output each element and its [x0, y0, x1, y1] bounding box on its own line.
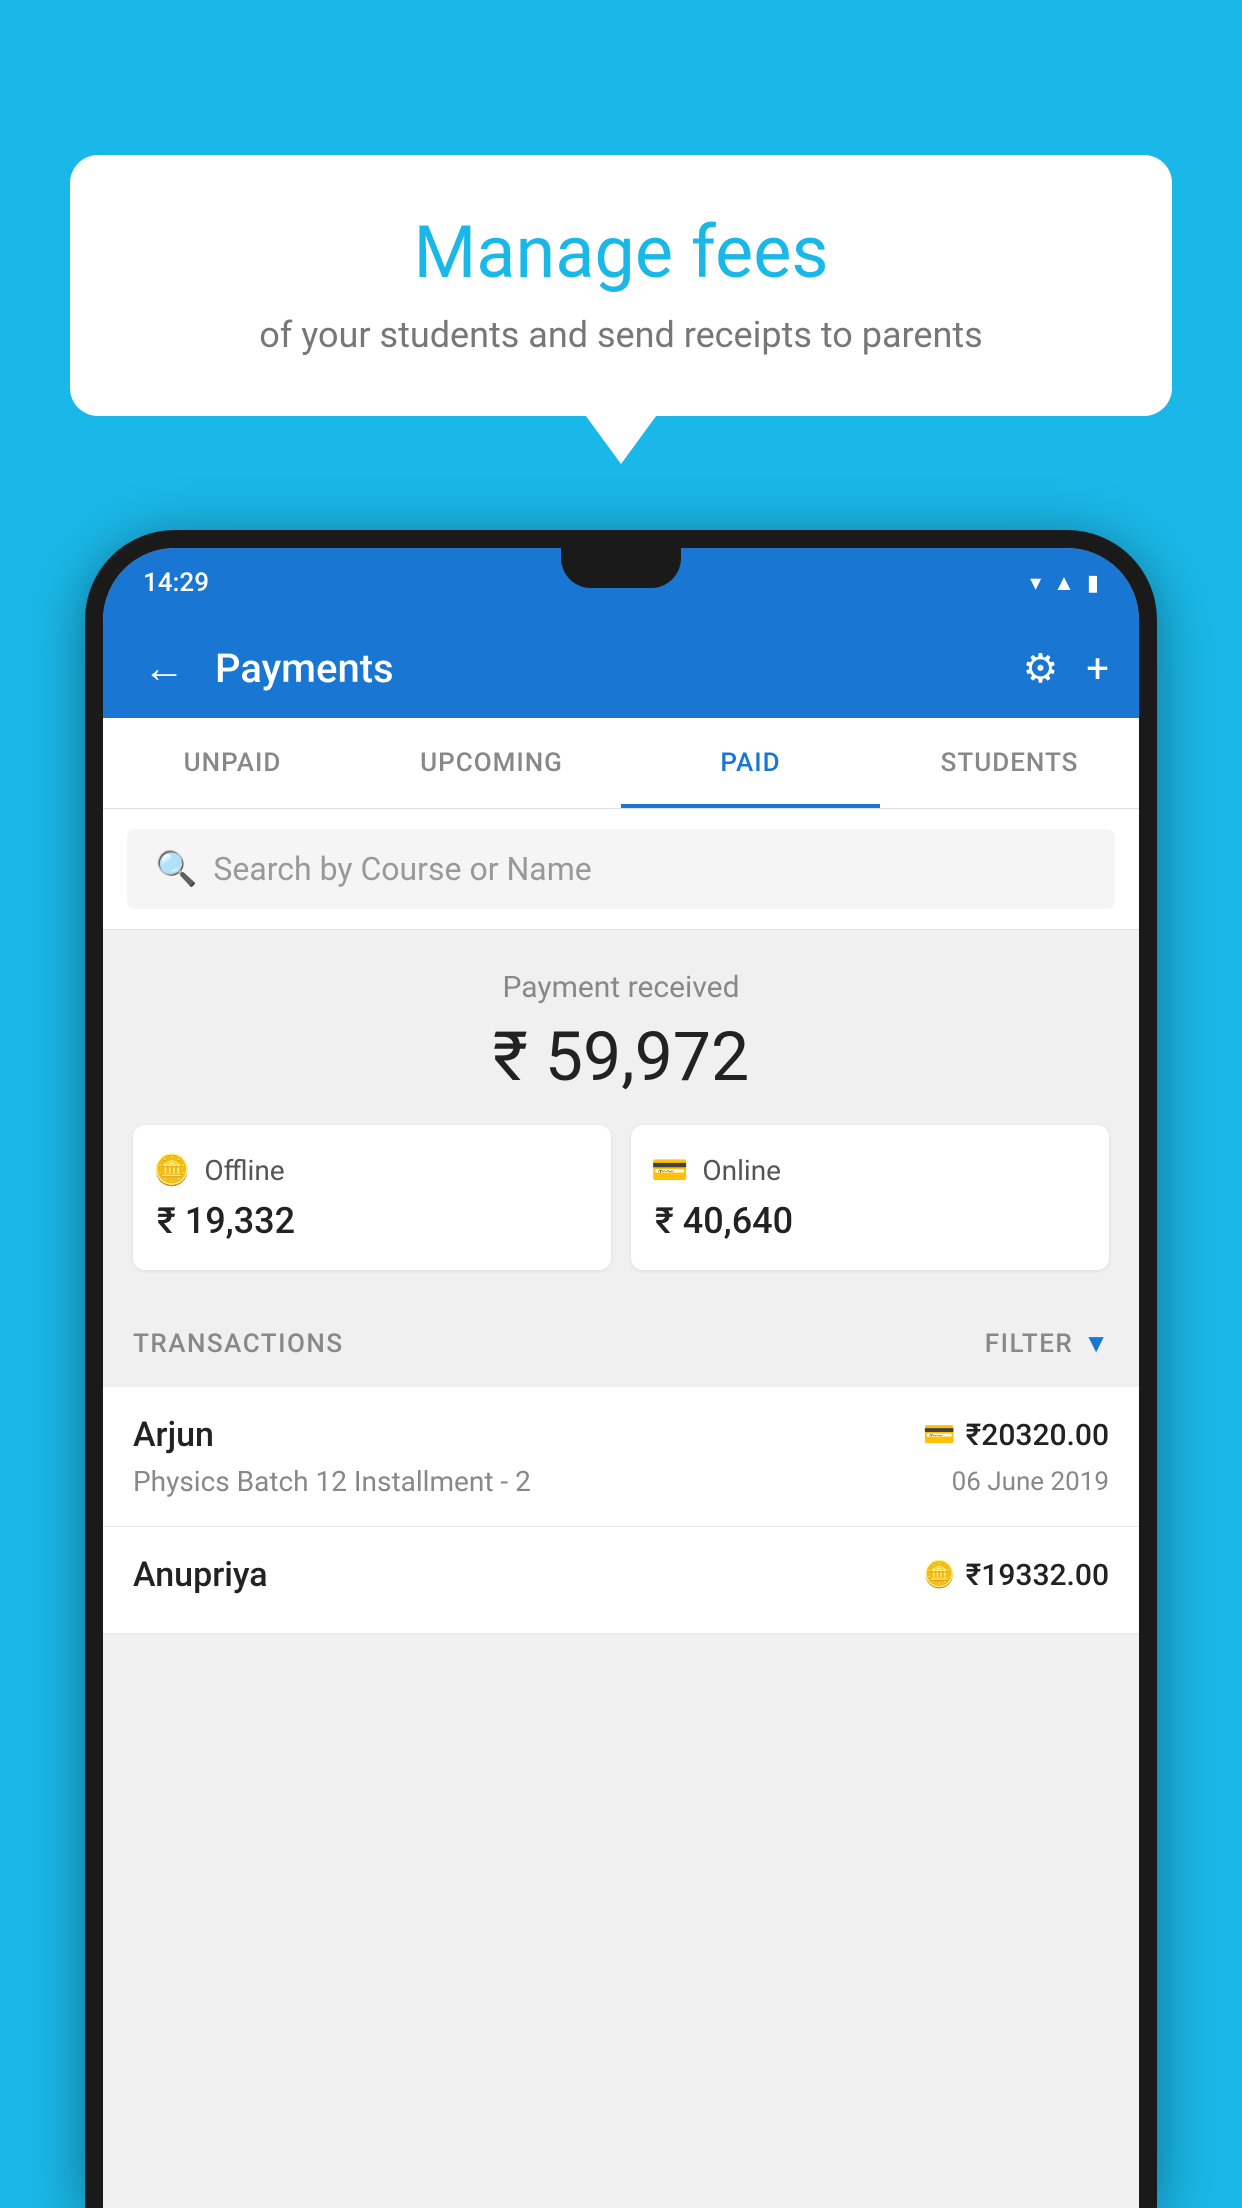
transaction-list: Arjun 💳 ₹20320.00 Physics Batch 12 Insta…: [103, 1387, 1139, 1634]
transaction-amount: ₹19332.00: [966, 1558, 1109, 1593]
app-bar: ← Payments ⚙ +: [103, 618, 1139, 718]
app-bar-actions: ⚙ +: [1022, 645, 1109, 692]
status-bar: 14:29 ▾ ▲ ▮: [103, 548, 1139, 618]
transaction-amount: ₹20320.00: [966, 1418, 1109, 1453]
notch: [561, 548, 681, 588]
tab-upcoming[interactable]: UPCOMING: [362, 718, 621, 808]
search-container: 🔍 Search by Course or Name: [103, 809, 1139, 930]
payment-received-label: Payment received: [133, 970, 1109, 1005]
bubble-subtitle: of your students and send receipts to pa…: [130, 314, 1112, 356]
table-row[interactable]: Arjun 💳 ₹20320.00 Physics Batch 12 Insta…: [103, 1387, 1139, 1527]
tab-paid[interactable]: PAID: [621, 718, 880, 808]
search-input[interactable]: Search by Course or Name: [213, 850, 591, 888]
search-bar[interactable]: 🔍 Search by Course or Name: [127, 829, 1115, 909]
payment-total-amount: ₹ 59,972: [133, 1017, 1109, 1097]
phone-frame: 14:29 ▾ ▲ ▮ ← Payments ⚙ + UNPAID UPCOMI…: [85, 530, 1157, 2208]
offline-icon: 🪙: [153, 1153, 190, 1188]
student-name: Arjun: [133, 1415, 214, 1455]
payment-cards: 🪙 Offline ₹ 19,332 💳 Online ₹ 40,640: [133, 1125, 1109, 1270]
offline-label: Offline: [204, 1154, 284, 1187]
student-name: Anupriya: [133, 1555, 268, 1595]
filter-label: FILTER: [985, 1329, 1073, 1359]
online-icon: 💳: [651, 1153, 688, 1188]
tab-unpaid[interactable]: UNPAID: [103, 718, 362, 808]
speech-bubble: Manage fees of your students and send re…: [70, 155, 1172, 416]
add-icon[interactable]: +: [1086, 645, 1109, 692]
back-button[interactable]: ←: [133, 634, 195, 703]
tab-bar: UNPAID UPCOMING PAID STUDENTS: [103, 718, 1139, 809]
transaction-date: 06 June 2019: [952, 1467, 1109, 1497]
wifi-icon: ▾: [1030, 571, 1041, 596]
offline-amount: ₹ 19,332: [153, 1200, 591, 1242]
online-payment-card: 💳 Online ₹ 40,640: [631, 1125, 1109, 1270]
offline-payment-icon: 🪙: [923, 1560, 955, 1590]
tab-students[interactable]: STUDENTS: [880, 718, 1139, 808]
filter-container[interactable]: FILTER ▼: [985, 1328, 1109, 1359]
status-time: 14:29: [143, 568, 209, 598]
payment-summary: Payment received ₹ 59,972 🪙 Offline ₹ 19…: [103, 930, 1139, 1300]
online-label: Online: [702, 1154, 781, 1187]
online-amount: ₹ 40,640: [651, 1200, 1089, 1242]
online-payment-icon: 💳: [923, 1420, 955, 1450]
bubble-title: Manage fees: [130, 210, 1112, 296]
transactions-header: TRANSACTIONS FILTER ▼: [103, 1300, 1139, 1387]
page-title: Payments: [215, 645, 1002, 692]
phone-screen: 14:29 ▾ ▲ ▮ ← Payments ⚙ + UNPAID UPCOMI…: [103, 548, 1139, 2208]
table-row[interactable]: Anupriya 🪙 ₹19332.00: [103, 1527, 1139, 1634]
settings-icon[interactable]: ⚙: [1022, 645, 1058, 692]
filter-icon: ▼: [1083, 1328, 1109, 1359]
transactions-label: TRANSACTIONS: [133, 1329, 344, 1359]
signal-icon: ▲: [1053, 570, 1075, 596]
course-info: Physics Batch 12 Installment - 2: [133, 1465, 531, 1498]
search-icon: 🔍: [155, 849, 197, 889]
battery-icon: ▮: [1087, 571, 1099, 596]
offline-payment-card: 🪙 Offline ₹ 19,332: [133, 1125, 611, 1270]
status-icons: ▾ ▲ ▮: [1030, 570, 1099, 596]
